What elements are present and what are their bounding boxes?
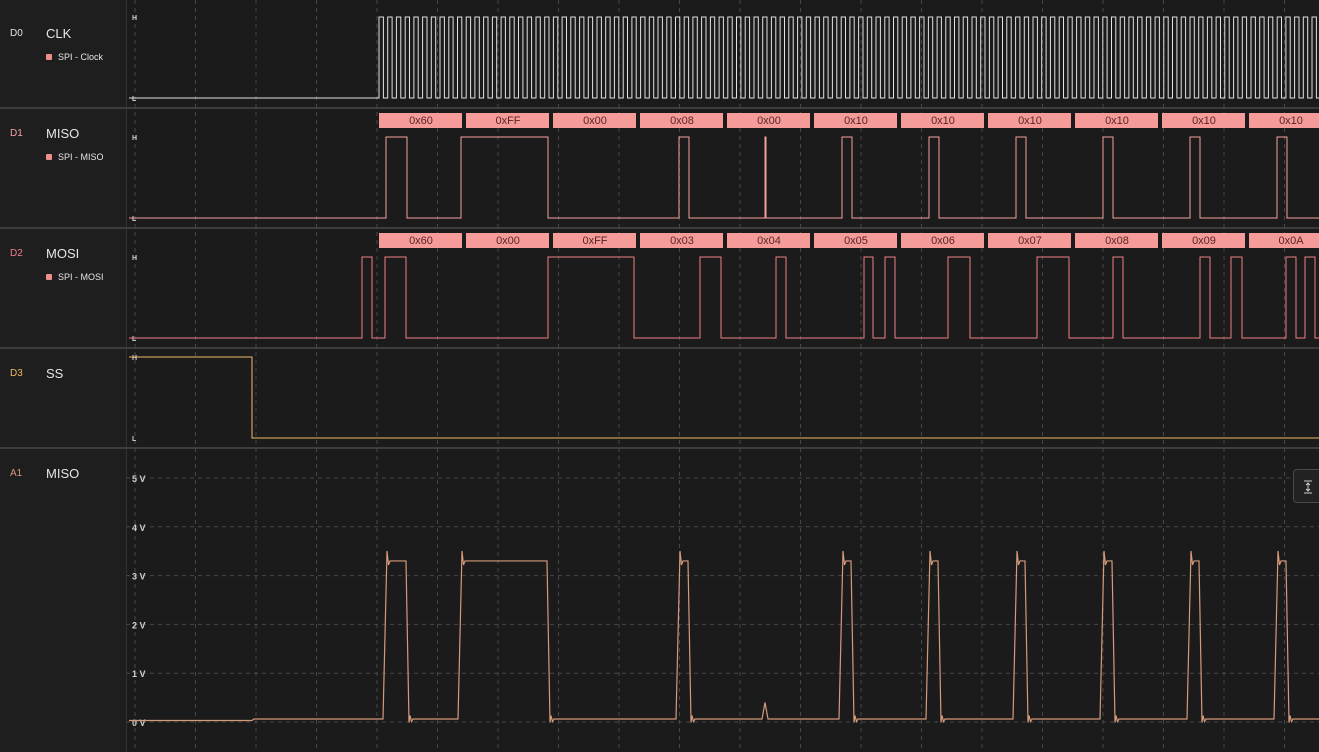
channel-label-d1[interactable]: D1 MISO SPI - MISO <box>0 108 126 228</box>
mosi-waveform <box>129 256 1319 339</box>
analyzer-label: SPI - Clock <box>58 52 104 62</box>
level-high-label: H <box>132 135 137 142</box>
miso-value: 0x00 <box>583 115 607 127</box>
channel-name[interactable]: MISO <box>46 466 79 481</box>
level-low-label: L <box>132 96 137 103</box>
channel-label-panel: D0 CLK SPI - Clock D1 MISO SPI - MISO D2… <box>0 0 127 752</box>
channel-label-d3[interactable]: D3 SS <box>0 348 126 448</box>
channel-label-d0[interactable]: D0 CLK SPI - Clock <box>0 8 126 108</box>
ss-waveform <box>129 356 1319 439</box>
miso-value: 0x00 <box>757 115 781 127</box>
analyzer-color-icon <box>46 273 52 280</box>
waveform-view[interactable]: H L H L 0x60 0xFF 0x00 0x08 0x00 0x10 0x10 0x10 0x10… <box>126 0 1319 752</box>
level-low-label: L <box>132 216 137 223</box>
voltage-tick-label: 1 V <box>132 669 146 679</box>
level-high-label: H <box>132 255 137 262</box>
mosi-value: 0x03 <box>670 235 694 247</box>
miso-value: 0x10 <box>931 115 955 127</box>
mosi-value: 0x60 <box>409 235 433 247</box>
level-low-label: L <box>132 436 137 443</box>
level-high-label: H <box>132 15 137 22</box>
analyzer-color-icon <box>46 53 52 60</box>
level-high-label: H <box>132 355 137 362</box>
channel-id: D3 <box>10 368 23 379</box>
analyzer-tag[interactable]: SPI - MOSI <box>46 272 104 282</box>
miso-value: 0x08 <box>670 115 694 127</box>
channel-id: D1 <box>10 128 23 139</box>
mosi-value: 0x08 <box>1105 235 1129 247</box>
channel-name[interactable]: SS <box>46 366 63 381</box>
miso-waveform <box>129 136 1319 219</box>
mosi-value: 0x06 <box>931 235 955 247</box>
expand-analog-button[interactable] <box>1293 469 1319 503</box>
expand-vertical-icon <box>1304 480 1312 494</box>
voltage-tick-label: 4 V <box>132 523 146 533</box>
analyzer-label: SPI - MISO <box>58 152 104 162</box>
clk-waveform <box>129 16 1319 99</box>
voltage-tick-label: 5 V <box>132 474 146 484</box>
voltage-tick-label: 2 V <box>132 620 146 630</box>
analyzer-label: SPI - MOSI <box>58 272 104 282</box>
analyzer-tag[interactable]: SPI - Clock <box>46 52 103 62</box>
channel-name[interactable]: MOSI <box>46 246 79 261</box>
mosi-value: 0x0A <box>1278 235 1304 247</box>
analog-miso-waveform <box>129 550 1319 724</box>
channel-id: D0 <box>10 28 23 39</box>
voltage-tick-label: 3 V <box>132 572 146 582</box>
channel-id: D2 <box>10 248 23 259</box>
mosi-value: 0x09 <box>1192 235 1216 247</box>
channel-name[interactable]: CLK <box>46 26 71 41</box>
analyzer-color-icon <box>46 153 52 160</box>
channel-label-a1[interactable]: A1 MISO <box>0 448 126 752</box>
miso-value: 0x10 <box>1192 115 1216 127</box>
mosi-value: 0xFF <box>582 235 607 247</box>
channel-name[interactable]: MISO <box>46 126 79 141</box>
miso-value: 0x10 <box>1018 115 1042 127</box>
analyzer-tag[interactable]: SPI - MISO <box>46 152 104 162</box>
mosi-value: 0x00 <box>496 235 520 247</box>
level-low-label: L <box>132 336 137 343</box>
mosi-value: 0x07 <box>1018 235 1042 247</box>
miso-value: 0xFF <box>495 115 520 127</box>
miso-value: 0x10 <box>1279 115 1303 127</box>
miso-value: 0x10 <box>844 115 868 127</box>
miso-value: 0x10 <box>1105 115 1129 127</box>
mosi-value: 0x05 <box>844 235 868 247</box>
channel-id: A1 <box>10 468 23 479</box>
channel-label-d2[interactable]: D2 MOSI SPI - MOSI <box>0 228 126 348</box>
voltage-tick-label: 0 V <box>132 718 146 728</box>
miso-value: 0x60 <box>409 115 433 127</box>
mosi-value: 0x04 <box>757 235 781 247</box>
